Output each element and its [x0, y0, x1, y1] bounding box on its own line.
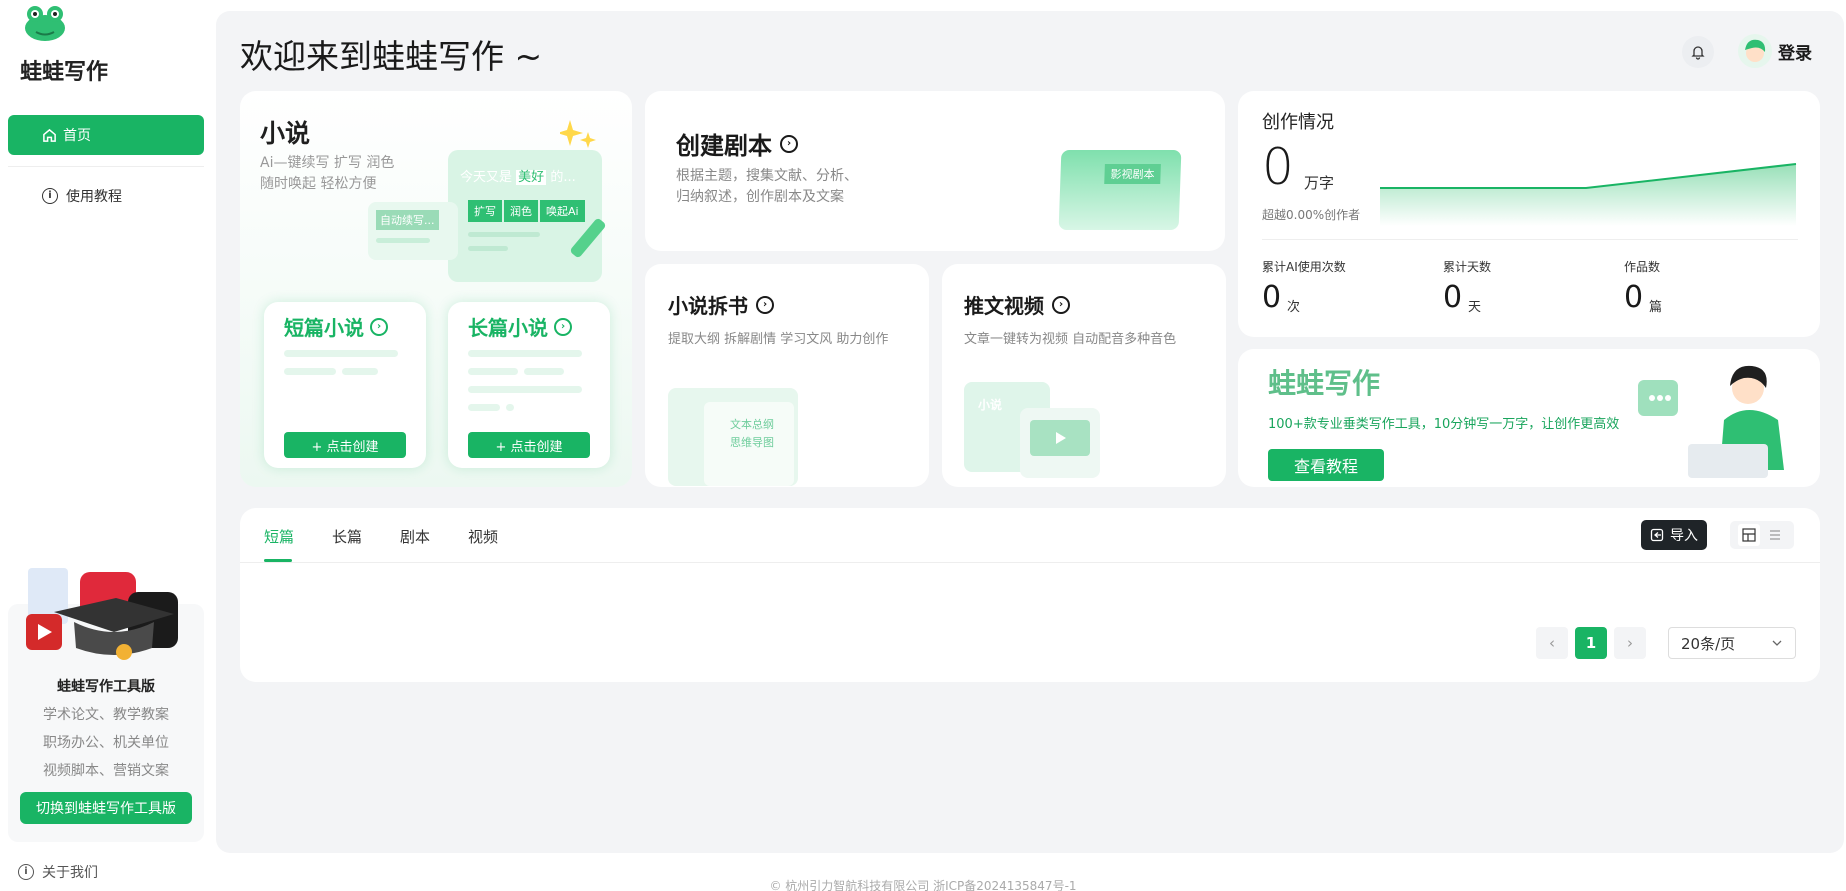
promo-card-title: 蛙蛙写作: [1268, 367, 1381, 400]
next-page-button[interactable]: ›: [1614, 627, 1646, 659]
chevron-left-icon: ‹: [1549, 634, 1555, 652]
beat-percentage: 超越0.00%创作者: [1262, 208, 1361, 222]
total-words-value: 0: [1262, 138, 1294, 196]
arrow-right-icon: ›: [554, 317, 572, 336]
long-novel-card[interactable]: 长篇小说 › + 点击创建: [448, 302, 610, 468]
promo-line: 职场办公、机关单位: [43, 735, 169, 751]
arrow-right-icon: ›: [780, 134, 798, 153]
divider: [8, 166, 204, 167]
illus-text: 小说: [978, 398, 1003, 412]
prev-page-button[interactable]: ‹: [1536, 627, 1568, 659]
play-icon: [1030, 420, 1090, 456]
page-title: 欢迎来到蛙蛙写作 ~: [240, 37, 543, 76]
promo-title: 蛙蛙写作工具版: [57, 679, 155, 695]
long-novel-title: 长篇小说: [468, 316, 548, 340]
illus-text: 自动续写...: [376, 210, 439, 230]
bell-icon: [1691, 46, 1705, 60]
promo-card-subtitle: 100+款专业垂类写作工具，10分钟写一万字，让创作更高效: [1268, 417, 1620, 432]
ai-usage-unit: 次: [1287, 300, 1301, 315]
graduation-cap-illustration-icon: [26, 568, 178, 660]
promo-line: 视频脚本、营销文案: [43, 763, 169, 779]
works-count-unit: 篇: [1649, 300, 1663, 315]
sidebar-item-tutorial[interactable]: i 使用教程: [42, 186, 122, 206]
video-desc: 文章一键转为视频 自动配音多种音色: [964, 332, 1177, 347]
script-desc: 根据主题，搜集文献、分析、: [676, 168, 858, 184]
arrow-right-icon: ›: [756, 295, 774, 314]
book-illustration: 文本总纲 思维导图: [668, 388, 798, 486]
sidebar-item-label: 首页: [63, 128, 91, 144]
page-number-button[interactable]: 1: [1575, 627, 1607, 659]
split-desc: 提取大纲 拆解剧情 学习文风 助力创作: [668, 332, 889, 347]
trend-chart: [1380, 163, 1797, 226]
total-words-unit: 万字: [1304, 174, 1335, 192]
novel-desc: 随时唤起 轻松方便: [260, 176, 377, 192]
illus-highlight: 美好: [516, 170, 547, 185]
sidebar: 蛙蛙写作 首页 i 使用教程 蛙蛙写作工具版 学术论文、教学教案 职场办公、机关…: [0, 0, 216, 891]
divider: [1262, 239, 1798, 240]
illus-chip: 润色: [504, 200, 538, 222]
ai-usage-label: 累计AI使用次数: [1262, 260, 1346, 274]
illus-text: 今天又是: [460, 170, 513, 185]
writer-girl-illustration: [1638, 365, 1784, 478]
script-desc: 归纳叙述，创作剧本及文案: [676, 189, 844, 205]
login-button[interactable]: 登录: [1738, 34, 1812, 68]
arrow-right-icon: ›: [1052, 295, 1070, 314]
divider: [240, 562, 1820, 563]
illus-label: 影视剧本: [1104, 164, 1161, 184]
sidebar-item-home[interactable]: 首页: [8, 115, 204, 155]
import-icon: [1650, 528, 1664, 542]
chevron-right-icon: ›: [1627, 634, 1633, 652]
total-days-label: 累计天数: [1443, 260, 1492, 274]
info-icon: i: [42, 188, 58, 204]
login-label: 登录: [1778, 43, 1812, 64]
total-days-unit: 天: [1468, 300, 1482, 315]
illus-chip: 扩写: [468, 200, 502, 222]
sparkle-pen-icon: [560, 120, 606, 258]
total-days-value: 0: [1443, 280, 1463, 315]
illus-text: 文本总纲: [730, 418, 774, 431]
footer-copyright: © 杭州引力智航科技有限公司 浙ICP备2024135847号-1: [769, 879, 1077, 891]
tab-video[interactable]: 视频: [468, 526, 498, 547]
tab-short[interactable]: 短篇: [264, 526, 294, 547]
view-toggle: [1730, 521, 1794, 549]
avatar: [1738, 34, 1772, 68]
tab-long[interactable]: 长篇: [332, 526, 362, 547]
list-view-icon[interactable]: [1764, 524, 1786, 546]
import-label: 导入: [1670, 528, 1698, 544]
page-size-value: 20条/页: [1681, 634, 1736, 653]
create-short-novel-button[interactable]: + 点击创建: [284, 432, 406, 458]
works-count-label: 作品数: [1624, 260, 1661, 274]
arrow-right-icon: ›: [370, 317, 388, 336]
promo-line: 学术论文、教学教案: [43, 707, 169, 723]
auto-continue-illustration: 自动续写...: [368, 202, 458, 260]
tweet-video-title: 推文视频: [964, 294, 1044, 318]
grid-view-icon[interactable]: [1738, 524, 1760, 546]
brand-name: 蛙蛙写作: [20, 60, 109, 85]
view-tutorial-button[interactable]: 查看教程: [1268, 449, 1384, 481]
stats-title: 创作情况: [1262, 112, 1334, 133]
novel-title: 小说: [260, 119, 311, 148]
create-long-novel-button[interactable]: + 点击创建: [468, 432, 590, 458]
ai-usage-value: 0: [1262, 280, 1282, 315]
short-novel-card[interactable]: 短篇小说 › + 点击创建: [264, 302, 426, 468]
novel-desc: Ai—键续写 扩写 润色: [260, 155, 395, 171]
short-novel-title: 短篇小说: [284, 316, 364, 340]
chevron-down-icon: [1772, 640, 1782, 646]
frog-logo-icon[interactable]: [22, 2, 68, 42]
tab-script[interactable]: 剧本: [400, 526, 430, 547]
works-count-value: 0: [1624, 280, 1644, 315]
switch-to-tool-version-button[interactable]: 切换到蛙蛙写作工具版: [20, 792, 192, 824]
import-button[interactable]: 导入: [1641, 520, 1707, 550]
page-size-select[interactable]: 20条/页: [1668, 627, 1796, 659]
novel-split-title: 小说拆书: [668, 294, 748, 318]
clapperboard-illustration: 影视剧本: [1058, 150, 1182, 230]
sidebar-item-label: 使用教程: [66, 189, 122, 205]
illus-text: 思维导图: [730, 436, 774, 449]
home-icon: [43, 128, 56, 142]
create-script-title: 创建剧本: [676, 132, 772, 160]
notification-button[interactable]: [1682, 36, 1714, 68]
